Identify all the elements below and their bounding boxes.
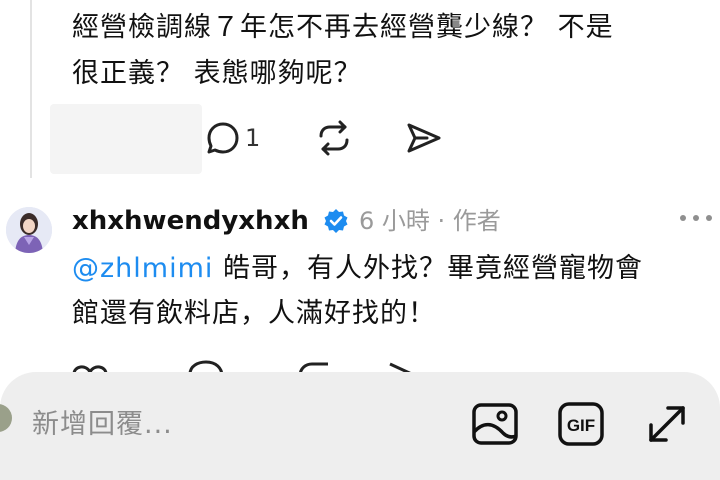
reply-text-rest: 皓哥，有人外找？畢竟經營寵物會	[213, 253, 643, 284]
reply-input[interactable]: 新增回覆...	[32, 405, 173, 445]
comment-button[interactable]: 1	[205, 118, 260, 158]
comment-icon	[207, 122, 239, 154]
gif-button[interactable]: GIF	[555, 398, 607, 450]
gif-icon: GIF	[558, 402, 604, 446]
repost-icon	[319, 120, 349, 156]
share-icon	[407, 123, 441, 153]
more-options-icon[interactable]	[676, 207, 716, 227]
comment-count: 1	[245, 124, 261, 152]
verified-badge-icon	[324, 209, 348, 233]
reply-meta: 6 小時 · 作者	[359, 207, 501, 235]
post-text-line-1: 經營檢調線７年怎不再去經營龔少線？ 不是	[72, 12, 614, 43]
avatar-image	[6, 207, 52, 253]
post-text-line-2: 很正義？ 表態哪夠呢？	[72, 58, 362, 89]
reply-text-line-1: @zhlmimi 皓哥，有人外找？畢竟經營寵物會	[72, 247, 712, 291]
blank-media-area	[50, 104, 202, 174]
thread-connector-line	[30, 0, 32, 178]
expand-icon	[649, 406, 685, 442]
reply-username[interactable]: xhxhwendyxhxh	[72, 203, 309, 239]
svg-text:GIF: GIF	[567, 416, 595, 435]
reply-text-line-2: 館還有飲料店，人滿好找的！	[72, 298, 436, 329]
avatar[interactable]	[6, 207, 52, 253]
image-icon	[472, 403, 518, 445]
mention-link[interactable]: @zhlmimi	[72, 253, 213, 284]
repost-button[interactable]	[315, 118, 353, 158]
share-button[interactable]	[405, 118, 443, 158]
expand-button[interactable]	[641, 398, 693, 450]
image-button[interactable]	[469, 398, 521, 450]
